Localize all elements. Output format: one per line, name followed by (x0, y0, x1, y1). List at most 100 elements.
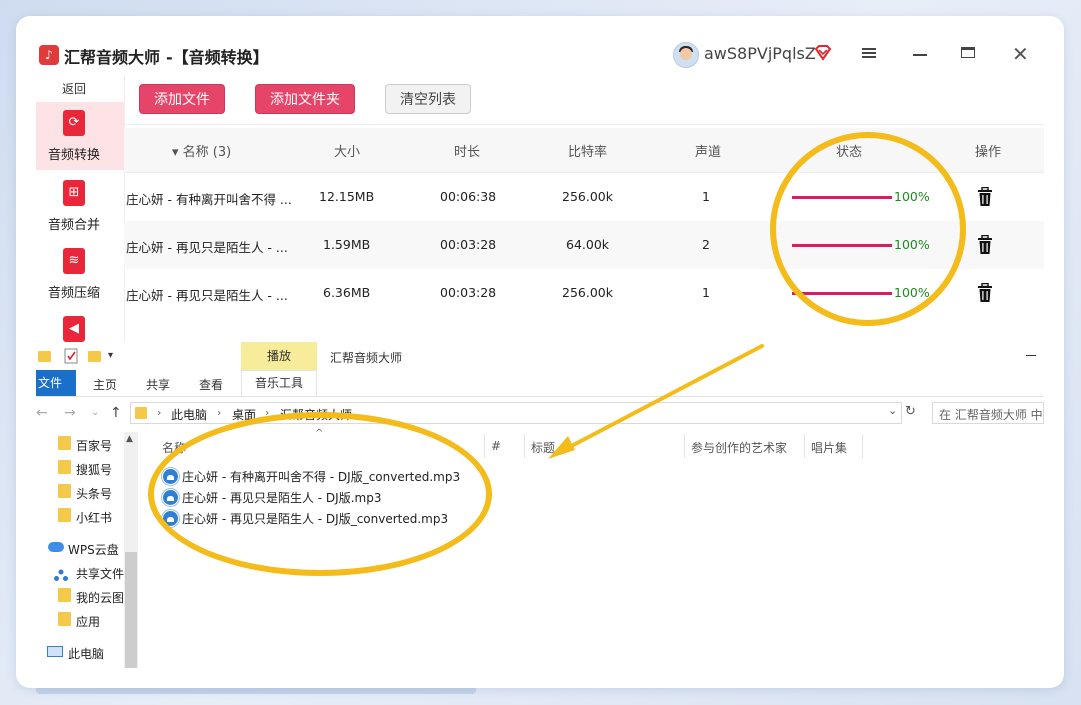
column-divider (862, 434, 863, 458)
breadcrumb-folder[interactable]: 汇帮音频大师 (280, 406, 352, 423)
column-divider (804, 434, 805, 458)
explorer-minimize-icon[interactable] (1026, 355, 1036, 356)
audio-merge-icon: ⊞ (63, 180, 85, 206)
nav-item-my-cloud[interactable]: 我的云图 (76, 589, 124, 606)
back-link[interactable]: 返回 (36, 80, 112, 97)
refresh-icon[interactable]: ↻ (905, 404, 916, 419)
column-header-number[interactable]: # (491, 439, 501, 453)
properties-icon[interactable] (64, 348, 78, 364)
table-row[interactable]: 庄心妍 - 再见只是陌生人 - ... 6.36MB 00:03:28 256.… (124, 269, 1044, 317)
username[interactable]: awS8PVjPqlsZ (704, 44, 816, 63)
column-header-title[interactable]: 标题 (531, 439, 555, 456)
table-row[interactable]: 庄心妍 - 再见只是陌生人 - ... 1.59MB 00:03:28 64.0… (124, 221, 1044, 269)
hamburger-menu-icon[interactable] (862, 46, 876, 60)
nav-item-xiaohongshu[interactable]: 小红书 (76, 509, 112, 526)
new-folder-icon[interactable] (88, 351, 101, 362)
column-header-name-label: 名称 (3) (182, 145, 232, 160)
sidebar-item-audio-merge[interactable]: ⊞ 音频合并 (36, 172, 124, 240)
breadcrumb-desktop[interactable]: 桌面 (232, 406, 256, 423)
scroll-up-icon[interactable]: ▲ (126, 434, 133, 444)
clear-list-button[interactable]: 清空列表 (385, 84, 471, 114)
trash-icon[interactable] (977, 187, 993, 207)
nav-item-apps[interactable]: 应用 (76, 613, 100, 630)
share-icon (54, 566, 68, 581)
toolbar: 添加文件 添加文件夹 清空列表 (124, 76, 1044, 125)
progress-bar (792, 244, 892, 247)
vip-diamond-icon[interactable] (813, 43, 833, 63)
recent-dropdown-icon[interactable]: ⌄ (91, 407, 99, 418)
audio-compress-icon: ≋ (63, 248, 85, 274)
add-folder-button[interactable]: 添加文件夹 (255, 84, 355, 114)
nav-item-shared-files[interactable]: 共享文件 (76, 565, 124, 582)
up-arrow-icon[interactable]: ↑ (110, 405, 122, 421)
tab-file[interactable]: 文件 (36, 370, 76, 396)
progress-bar (792, 196, 892, 199)
table-row[interactable]: 庄心妍 - 有种离开叫舍不得 ... 12.15MB 00:06:38 256.… (124, 173, 1044, 221)
breadcrumb-separator: › (157, 406, 162, 419)
file-name: 庄心妍 - 再见只是陌生人 - DJ版.mp3 (182, 491, 382, 505)
column-header-size[interactable]: 大小 (334, 141, 360, 160)
tab-home[interactable]: 主页 (93, 376, 117, 393)
cell-name: 庄心妍 - 再见只是陌生人 - ... (126, 240, 288, 255)
cell-duration: 00:03:28 (440, 237, 497, 252)
trash-icon[interactable] (977, 235, 993, 255)
title-bar: ♪ 汇帮音频大师 -【音频转换】 awS8PVjPqlsZ ✕ (36, 36, 1044, 74)
minimize-icon[interactable] (913, 54, 927, 56)
trash-icon[interactable] (977, 283, 993, 303)
tab-share[interactable]: 共享 (146, 376, 170, 393)
nav-item-toutiao[interactable]: 头条号 (76, 485, 112, 502)
progress-bar-fill (792, 244, 892, 247)
column-divider (684, 434, 685, 458)
address-bar[interactable]: › 此电脑 › 桌面 › 汇帮音频大师 (130, 402, 902, 424)
quick-access-dropdown-icon[interactable]: ▾ (108, 350, 113, 361)
back-arrow-icon[interactable]: ← (36, 405, 48, 421)
breadcrumb-separator: › (217, 406, 222, 419)
tab-play[interactable]: 播放 (241, 342, 317, 370)
avatar[interactable] (673, 42, 699, 68)
nav-item-souhu[interactable]: 搜狐号 (76, 461, 112, 478)
column-header-status[interactable]: 状态 (836, 141, 862, 160)
status-percent: 100% (894, 237, 930, 252)
column-header-bitrate[interactable]: 比特率 (568, 141, 607, 160)
cell-channels: 1 (702, 189, 710, 204)
cell-bitrate: 256.00k (562, 189, 613, 204)
add-file-button[interactable]: 添加文件 (139, 84, 225, 114)
forward-arrow-icon[interactable]: → (64, 405, 76, 421)
column-divider (484, 434, 485, 458)
file-name: 庄心妍 - 再见只是陌生人 - DJ版_converted.mp3 (182, 512, 449, 526)
column-header-name[interactable]: 名称 (162, 439, 186, 456)
explorer-title: 汇帮音频大师 (330, 351, 403, 365)
maximize-icon[interactable] (961, 47, 975, 58)
tab-music-tools[interactable]: 音乐工具 (241, 370, 317, 396)
nav-item-baijiahao[interactable]: 百家号 (76, 437, 112, 454)
cloud-icon (48, 542, 64, 552)
column-header-artists[interactable]: 参与创作的艺术家 (691, 439, 787, 456)
sidebar-item-audio-compress[interactable]: ≋ 音频压缩 (36, 240, 124, 308)
column-header-album[interactable]: 唱片集 (811, 439, 847, 456)
sidebar-item-label: 音频压缩 (47, 286, 100, 301)
cell-size: 1.59MB (323, 237, 371, 252)
audio-file-icon (162, 468, 179, 485)
address-dropdown-icon[interactable]: ⌄ (888, 404, 897, 417)
nav-scrollbar-thumb[interactable] (125, 552, 137, 668)
column-header-duration[interactable]: 时长 (454, 141, 480, 160)
nav-item-wps-cloud[interactable]: WPS云盘 (68, 541, 119, 558)
column-header-channels[interactable]: 声道 (695, 141, 721, 160)
sidebar-item-audio-convert[interactable]: ⟳ 音频转换 (36, 102, 124, 170)
audio-file-icon (162, 489, 179, 506)
folder-icon (58, 436, 71, 450)
ribbon-tabs: 文件 主页 共享 查看 音乐工具 (36, 370, 1044, 397)
app-window: ♪ 汇帮音频大师 -【音频转换】 awS8PVjPqlsZ ✕ 返回 ⟳ 音频转… (36, 36, 1044, 342)
cell-duration: 00:03:28 (440, 285, 497, 300)
folder-icon (58, 508, 71, 522)
audio-convert-icon: ⟳ (63, 110, 85, 136)
column-header-name[interactable]: ▾ 名称 (3) (172, 141, 231, 160)
search-input[interactable]: 在 汇帮音频大师 中 (932, 402, 1044, 424)
sort-indicator-icon: ^ (315, 428, 324, 439)
breadcrumb-this-pc[interactable]: 此电脑 (171, 406, 207, 423)
nav-item-this-pc[interactable]: 此电脑 (68, 645, 104, 662)
sidebar: 返回 ⟳ 音频转换 ⊞ 音频合并 ≋ 音频压缩 ◀ (36, 76, 125, 342)
cell-channels: 2 (702, 237, 710, 252)
tab-view[interactable]: 查看 (199, 376, 223, 393)
close-icon[interactable]: ✕ (1012, 42, 1029, 66)
